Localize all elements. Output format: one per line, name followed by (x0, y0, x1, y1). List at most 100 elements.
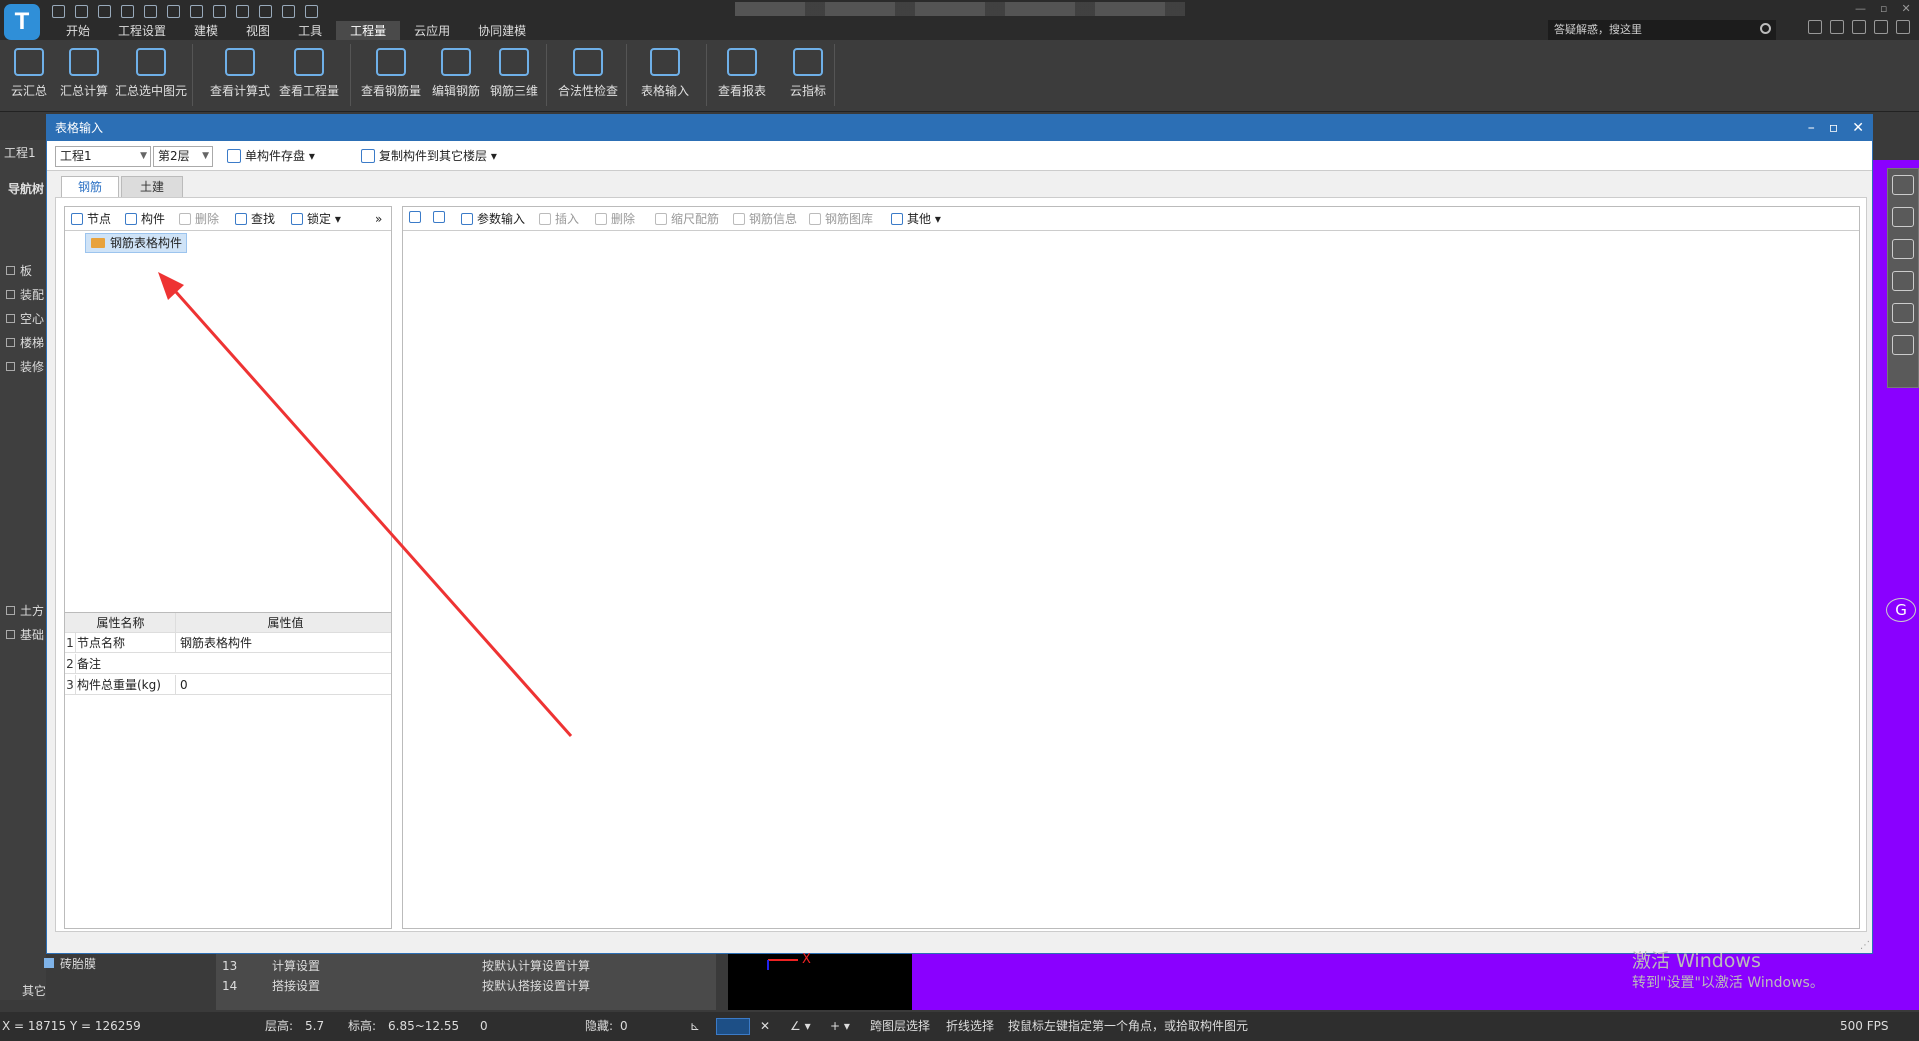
ribbon-btn-1[interactable]: 汇总计算 (56, 46, 112, 104)
resize-grip-icon[interactable]: ⋰ (1860, 940, 1870, 951)
ribbon-btn-3[interactable]: 查看计算式 (207, 46, 273, 104)
ortho-icon[interactable]: ⊾ (690, 1012, 700, 1041)
delete-button[interactable]: 删除 (179, 211, 219, 227)
minimize-icon[interactable]: — (1855, 2, 1866, 15)
rebar-tool-1[interactable]: 插入 (539, 211, 579, 227)
rebar-tool-3[interactable]: 缩尺配筋 (655, 211, 719, 227)
lock-button[interactable]: 锁定 ▾ (291, 211, 341, 227)
menu-4[interactable]: 工具 (284, 21, 336, 41)
axis-icon[interactable] (167, 4, 180, 18)
ribbon-btn-4[interactable]: 查看工程量 (276, 46, 342, 104)
more-icon[interactable]: » (375, 211, 382, 227)
ribbon-btn-8[interactable]: 合法性检查 (554, 46, 622, 104)
angle-icon[interactable]: ∠ ▾ (790, 1012, 811, 1041)
tree-item-3[interactable]: 楼梯 (20, 334, 44, 351)
project-combo[interactable]: 工程1 ▼ (55, 146, 151, 167)
menu-5[interactable]: 工程量 (336, 21, 401, 41)
component-button[interactable]: 构件 (125, 211, 165, 227)
search-icon[interactable] (1760, 23, 1771, 34)
ribbon-btn-11[interactable]: 云指标 (784, 46, 832, 104)
tree-item-2[interactable]: 空心 (20, 310, 44, 327)
move-up-icon[interactable] (409, 211, 421, 227)
tab-civil[interactable]: 土建 (121, 176, 183, 197)
rebar-tool-2[interactable]: 删除 (595, 211, 635, 227)
expand-icon[interactable] (6, 290, 15, 299)
property-row[interactable]: 3 构件总重量(kg) 0 (65, 675, 391, 695)
close-icon[interactable]: ✕ (1901, 2, 1910, 15)
tree-item-1[interactable]: 装配 (20, 286, 44, 303)
expand-icon[interactable] (6, 338, 15, 347)
pen-icon[interactable] (259, 4, 272, 18)
avatar-icon[interactable] (1808, 20, 1822, 34)
layer-icon[interactable] (190, 4, 203, 18)
property-value[interactable]: 0 (175, 675, 391, 695)
cube-icon[interactable] (1892, 271, 1914, 291)
ribbon-btn-5[interactable]: 查看钢筋量 (358, 46, 424, 104)
expand-icon[interactable] (6, 266, 15, 275)
bottom-grid-row[interactable]: 14 搭接设置 按默认搭接设置计算 (216, 976, 716, 996)
menu-7[interactable]: 协同建模 (464, 21, 540, 41)
rotate-icon[interactable] (1892, 303, 1914, 323)
shirt-icon[interactable] (1874, 20, 1888, 34)
print-icon[interactable] (236, 4, 249, 18)
floor-combo[interactable]: 第2层 ▼ (153, 146, 213, 167)
menu-1[interactable]: 工程设置 (104, 21, 180, 41)
ribbon-btn-7[interactable]: 钢筋三维 (486, 46, 542, 104)
ribbon-btn-2[interactable]: 汇总选中图元 (114, 46, 188, 104)
rebar-tool-6[interactable]: 其他 ▾ (891, 211, 941, 227)
copy-to-floors-button[interactable]: 复制构件到其它楼层 ▾ (359, 147, 497, 165)
left-tab-project[interactable]: 工程1 (4, 144, 36, 161)
move-down-icon[interactable] (433, 211, 445, 227)
find-button[interactable]: 查找 (235, 211, 275, 227)
property-value[interactable]: 钢筋表格构件 (175, 633, 391, 653)
expand-icon[interactable] (6, 314, 15, 323)
screen-icon[interactable] (213, 4, 226, 18)
ribbon-btn-0[interactable]: 云汇总 (4, 46, 54, 104)
export-icon[interactable] (305, 4, 318, 18)
tree-item-0[interactable]: 板 (20, 262, 32, 279)
expand-icon[interactable] (6, 362, 15, 371)
rebar-tool-4[interactable]: 钢筋信息 (733, 211, 797, 227)
polyline-select[interactable]: 折线选择 (946, 1012, 994, 1041)
cross-layer-select[interactable]: 跨图层选择 (870, 1012, 930, 1041)
home-icon[interactable] (1896, 20, 1910, 34)
tree-node-rebar-table[interactable]: 钢筋表格构件 (85, 233, 188, 253)
search-input[interactable]: 答疑解惑，搜这里 (1548, 20, 1776, 40)
rebar-tool-5[interactable]: 钢筋图库 (809, 211, 873, 227)
ribbon-btn-9[interactable]: 表格输入 (636, 46, 694, 104)
bottom-grid-row[interactable]: 13 计算设置 按默认计算设置计算 (216, 956, 716, 976)
snap-icon[interactable] (716, 1018, 750, 1035)
property-row[interactable]: 2 备注 (65, 654, 391, 674)
3d-view-icon[interactable] (1892, 207, 1914, 227)
dialog-close-icon[interactable]: ✕ (1852, 115, 1864, 141)
menu-0[interactable]: 开始 (52, 21, 104, 41)
orbit-icon[interactable] (1892, 175, 1914, 195)
dialog-minimize-icon[interactable]: – (1808, 115, 1815, 141)
property-row[interactable]: 1 节点名称 钢筋表格构件 (65, 633, 391, 653)
grid-icon[interactable] (282, 4, 295, 18)
node-button[interactable]: 节点 (71, 211, 111, 227)
ribbon-btn-6[interactable]: 编辑钢筋 (428, 46, 484, 104)
open-icon[interactable] (75, 4, 88, 18)
menu-3[interactable]: 视图 (232, 21, 284, 41)
ribbon-btn-10[interactable]: 查看报表 (714, 46, 770, 104)
tree-item-other[interactable]: 其它 (22, 982, 46, 999)
rebar-tool-0[interactable]: 参数输入 (461, 211, 525, 227)
restore-icon[interactable]: ▫ (1880, 2, 1887, 15)
expand-icon[interactable] (6, 630, 15, 639)
save-component-button[interactable]: 单构件存盘 ▾ (225, 147, 315, 165)
question-icon[interactable] (1852, 20, 1866, 34)
tree-item-4[interactable]: 装修 (20, 358, 44, 375)
expand-icon[interactable] (6, 606, 15, 615)
new-icon[interactable] (52, 4, 65, 18)
plus-icon[interactable]: + ▾ (830, 1012, 850, 1041)
dialog-maximize-icon[interactable]: ▫ (1829, 115, 1839, 141)
redo-icon[interactable] (144, 4, 157, 18)
undo-icon[interactable] (121, 4, 134, 18)
menu-6[interactable]: 云应用 (400, 21, 464, 41)
cross-icon[interactable]: ✕ (760, 1012, 770, 1041)
tree-item-brick[interactable]: 砖胎膜 (44, 954, 204, 974)
tab-rebar[interactable]: 钢筋 (61, 176, 119, 197)
tree-item-5[interactable]: 土方 (20, 602, 44, 619)
tree-item-6[interactable]: 基础 (20, 626, 44, 643)
